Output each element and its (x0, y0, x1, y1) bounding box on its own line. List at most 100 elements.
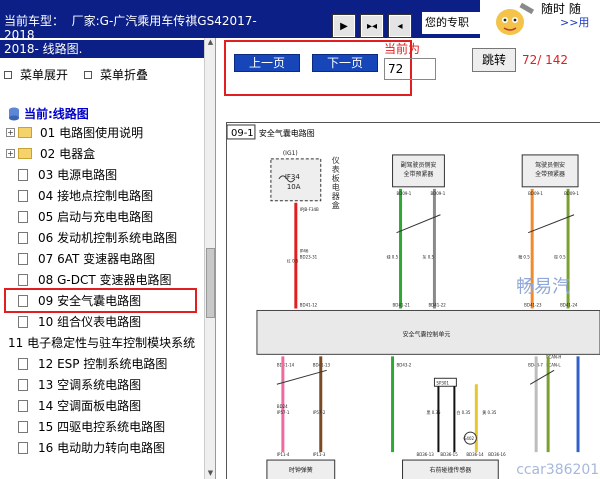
prev-page-button[interactable]: 上一页 (234, 54, 300, 72)
promo-text: 您的专职 (422, 12, 480, 34)
wire-label: BD09-1 (528, 191, 543, 196)
gauge-label: 棕 0.5 (554, 255, 566, 260)
sidebar: 2018- 线路图. 菜单展开 菜单折叠 当前:线路图 +01 电路图使用说明 +… (0, 38, 216, 479)
tree-item-label: 16 电动助力转向电路图 (38, 441, 166, 455)
wire-label: BD43-2 (397, 362, 412, 367)
gauge-label: 黄 0.35 (482, 410, 497, 415)
tree-item-label: 08 G-DCT 变速器电路图 (38, 273, 172, 287)
scroll-down-icon[interactable]: ▼ (206, 469, 215, 479)
tree-item[interactable]: 04 接地点控制电路图 (6, 185, 195, 206)
expand-icon[interactable]: + (6, 128, 15, 137)
page-number-input[interactable]: 72 (384, 58, 436, 80)
tree-item[interactable]: 06 发动机控制系统电路图 (6, 227, 195, 248)
wire-label: BD09-1 (564, 191, 579, 196)
close-panel-icon[interactable]: ◂ (388, 14, 412, 38)
right-front-sensor-label: 右前碰撞传感器 (429, 466, 471, 474)
gauge-label: 红 0.5 (287, 259, 299, 264)
expand-all-label: 菜单展开 (20, 68, 69, 82)
tree-item[interactable]: +02 电器盒 (6, 143, 195, 164)
menu-toggle-row: 菜单展开 菜单折叠 (4, 66, 148, 83)
watermark-bottom: ccar3862016 (516, 462, 600, 478)
tree-item[interactable]: 16 电动助力转向电路图 (6, 437, 195, 458)
tree-item-label: 13 空调系统电路图 (38, 378, 142, 392)
next-page-label: 下一页 (326, 56, 363, 70)
tree-item[interactable]: 14 空调面板电路图 (6, 395, 195, 416)
jump-button[interactable]: 跳转 (472, 48, 516, 72)
gauge-label: 黑 0.35 (426, 410, 441, 415)
collapse-all-button[interactable]: 菜单折叠 (84, 66, 148, 83)
wire-label: BD41-14 (277, 362, 295, 367)
tree-item[interactable]: 10 组合仪表电路图 (6, 311, 195, 332)
tree-item[interactable]: 12 ESP 控制系统电路图 (6, 353, 195, 374)
section-title: 安全气囊电路图 (259, 128, 315, 138)
tree-item[interactable]: 05 启动与充电电路图 (6, 206, 195, 227)
title-bar: 当前车型： 厂家:G-广汽乘用车传祺GS42017- 2018 ▶ ▸◂ ◂ 您… (0, 0, 600, 42)
tree-item[interactable]: 15 四驱电控系统电路图 (6, 416, 195, 437)
wire-label: BD09-1 (397, 191, 412, 196)
wiring-diagram[interactable]: 09-1 安全气囊电路图(IG1)IF3410A仪表板电器盒副驾驶员侧安全带预紧器… (226, 122, 600, 479)
sidebar-scrollbar[interactable]: ▲ ▼ (204, 38, 215, 479)
database-icon (9, 107, 19, 120)
nav-buttons: ▶ ▸◂ ◂ (332, 14, 412, 38)
collapse-all-label: 菜单折叠 (100, 68, 149, 82)
section-number: 09-1 (231, 128, 254, 139)
clock-spring-label: 时钟弹簧 (289, 466, 313, 474)
wire-label: IP11-4 (277, 452, 290, 457)
passenger-belt-label-1: 副驾驶员侧安 (401, 161, 437, 169)
document-icon (18, 420, 28, 433)
checkbox-icon (84, 70, 93, 79)
tree-item-label: 02 电器盒 (40, 147, 96, 161)
tree-item[interactable]: +01 电路图使用说明 (6, 122, 195, 143)
folder-icon (18, 148, 32, 159)
split-view-icon[interactable]: ▸◂ (360, 14, 384, 38)
document-icon (18, 210, 28, 223)
wire-label: IP11-3 (313, 452, 326, 457)
tree-item[interactable]: 13 空调系统电路图 (6, 374, 195, 395)
expand-all-button[interactable]: 菜单展开 (4, 66, 68, 83)
tree-list: +01 电路图使用说明 +02 电器盒 03 电源电路图 04 接地点控制电路图 05 … (3, 122, 198, 458)
wire-label: BD41-23 (524, 302, 542, 307)
document-icon (18, 168, 28, 181)
driver-belt-label-1: 驾驶员侧安 (535, 161, 565, 169)
scroll-up-icon[interactable]: ▲ (206, 38, 215, 48)
scroll-thumb[interactable] (206, 248, 215, 318)
tree-item-label: 12 ESP 控制系统电路图 (38, 357, 168, 371)
tree-item[interactable]: 03 电源电路图 (6, 164, 195, 185)
first-page-icon[interactable]: ▶ (332, 14, 356, 38)
wire-label: IPJB-F34B (300, 207, 319, 212)
tree-item-label: 04 接地点控制电路图 (38, 189, 154, 203)
gauge-label: 绿 0.5 (387, 255, 399, 260)
folder-icon (18, 127, 32, 138)
wire-label: BD36-15 (440, 452, 458, 457)
tree-item-label: 03 电源电路图 (38, 168, 118, 182)
wire-label: BD36-13 (416, 452, 434, 457)
tree-item[interactable]: 07 6AT 变速器电路图 (6, 248, 195, 269)
tree-item-label: 01 电路图使用说明 (40, 126, 144, 140)
tree-item[interactable]: 11 电子稳定性与驻车控制模块系统 (6, 332, 195, 353)
prev-page-label: 上一页 (248, 56, 285, 70)
tree-item-label: 10 组合仪表电路图 (38, 315, 142, 329)
current-location-label: 当前:线路图 (24, 107, 89, 121)
expand-icon[interactable]: + (6, 149, 15, 158)
document-icon (18, 441, 28, 454)
tree-item-label: 15 四驱电控系统电路图 (38, 420, 166, 434)
document-icon (18, 294, 28, 307)
tree-item[interactable]: 08 G-DCT 变速器电路图 (6, 269, 195, 290)
fuse-id: (IG1) (283, 150, 298, 157)
fuse-rating: 10A (287, 183, 301, 191)
mascot-icon (480, 0, 540, 38)
wire-label: BD36-16 (488, 452, 506, 457)
help-banner[interactable]: 随时 随 >>用 (538, 0, 600, 38)
wire-label: IP46 (300, 249, 309, 254)
tree-item-label: 05 启动与充电电路图 (38, 210, 154, 224)
next-page-button[interactable]: 下一页 (312, 54, 378, 72)
wire-label: BD09-1 (430, 191, 445, 196)
document-icon (18, 273, 28, 286)
wire-label: IP57-2 (313, 410, 326, 415)
gauge-label: 灰 0.5 (422, 255, 434, 260)
wire-label: BD36-14 (466, 452, 484, 457)
page-count: 72/ 142 (522, 53, 569, 67)
tree-item[interactable]: 09 安全气囊电路图 (3, 288, 198, 313)
driver-belt-label-2: 全带预紧器 (535, 170, 565, 178)
help-banner-link[interactable]: >>用 (560, 14, 589, 30)
